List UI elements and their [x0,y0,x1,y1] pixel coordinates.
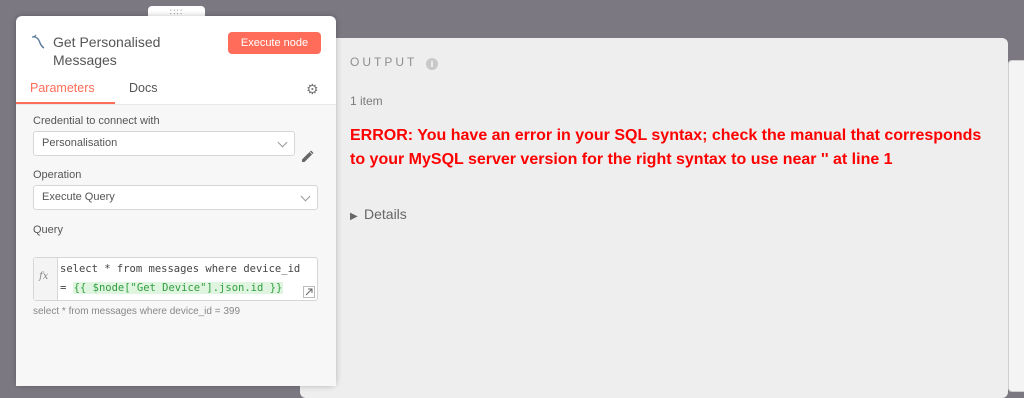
gear-icon[interactable]: ⚙ [306,81,319,98]
node-settings-panel: Get Personalised Messages Execute node P… [16,16,336,386]
chevron-right-icon: ▶ [350,211,358,222]
query-label: Query [33,224,63,236]
details-label: Details [364,206,407,222]
expression-toggle[interactable]: fx [34,258,58,300]
chevron-down-icon [277,137,288,148]
output-heading: OUTPUT [350,55,418,69]
tab-bar: Parameters Docs [16,80,336,105]
query-line-1: select * from messages where device_id [60,263,301,275]
operation-value: Execute Query [42,191,115,203]
credential-label: Credential to connect with [33,115,160,127]
right-panel-edge [1008,60,1024,392]
tab-docs[interactable]: Docs [129,81,157,95]
expand-icon[interactable] [303,286,315,298]
node-title: Get Personalised Messages [53,34,161,68]
mysql-icon [31,34,45,49]
error-message: ERROR: You have an error in your SQL syn… [350,127,982,168]
active-tab-indicator [16,102,115,104]
details-toggle[interactable]: ▶ Details [350,206,407,222]
tab-parameters[interactable]: Parameters [30,81,95,95]
query-line-2-prefix: = [60,282,73,294]
query-expression: {{ $node["Get Device"].json.id }} [72,282,284,294]
credential-value: Personalisation [42,137,118,149]
parameters-area: Credential to connect with Personalisati… [16,105,336,386]
operation-label: Operation [33,169,82,181]
query-editor[interactable]: fx select * from messages where device_i… [33,257,318,301]
pencil-icon[interactable] [299,149,315,165]
query-line-2: = {{ $node["Get Device"].json.id }} [60,282,284,294]
output-panel: OUTPUT i 1 item ERROR: You have an error… [300,38,1008,398]
item-count: 1 item [350,94,383,108]
operation-select[interactable]: Execute Query [33,185,318,210]
fx-icon: fx [39,271,49,282]
chevron-down-icon [300,191,311,202]
info-icon[interactable]: i [426,58,438,70]
execute-node-button[interactable]: Execute node [228,32,321,54]
query-preview: select * from messages where device_id =… [33,306,241,317]
credential-select[interactable]: Personalisation [33,131,295,156]
